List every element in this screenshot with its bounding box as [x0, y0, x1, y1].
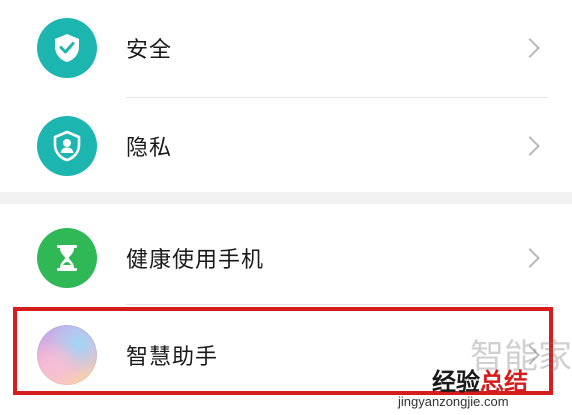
watermark-brand: 经验总结 — [432, 362, 528, 397]
chevron-right-icon — [520, 38, 540, 58]
shield-check-icon — [37, 18, 97, 78]
settings-item-label: 安全 — [126, 38, 173, 63]
settings-item-label: 隐私 — [126, 136, 173, 161]
chevron-right-icon — [520, 248, 540, 268]
privacy-shield-user-icon — [37, 116, 97, 176]
settings-item-label: 健康使用手机 — [126, 248, 265, 273]
settings-group-security: 安全 隐私 — [0, 0, 572, 192]
watermark-url: jingyanzongjie.com — [398, 394, 509, 409]
hourglass-icon — [37, 228, 97, 288]
settings-item-digital-balance[interactable]: 健康使用手机 — [0, 210, 572, 306]
settings-item-security[interactable]: 安全 — [0, 0, 572, 96]
chevron-right-icon — [520, 136, 540, 156]
watermark-brand-part1: 经验 — [432, 368, 480, 396]
divider — [126, 304, 548, 305]
settings-item-privacy[interactable]: 隐私 — [0, 98, 572, 194]
watermark-brand-part2: 总结 — [480, 368, 528, 396]
